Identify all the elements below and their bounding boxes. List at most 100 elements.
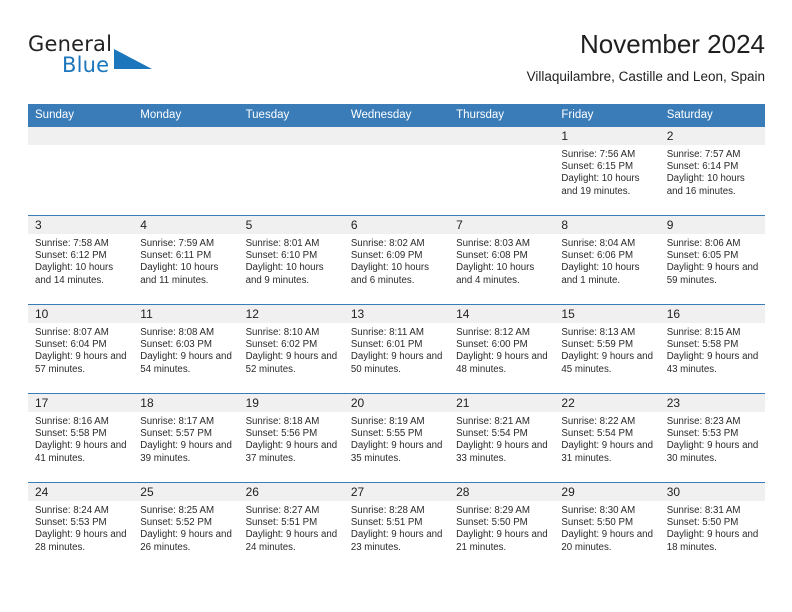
day-details: Sunrise: 7:57 AM Sunset: 6:14 PM Dayligh… — [660, 145, 765, 198]
day-cell[interactable] — [343, 127, 450, 216]
day-cell[interactable]: 2 Sunrise: 7:57 AM Sunset: 6:14 PM Dayli… — [659, 127, 765, 216]
day-number — [28, 127, 134, 145]
day-cell[interactable] — [238, 127, 344, 216]
daylight-text: Daylight: 9 hours and 20 minutes. — [561, 529, 653, 553]
day-cell[interactable]: 9 Sunrise: 8:06 AM Sunset: 6:05 PM Dayli… — [659, 215, 765, 305]
day-cell[interactable]: 29 Sunrise: 8:30 AM Sunset: 5:50 PM Dayl… — [554, 482, 660, 571]
day-cell[interactable] — [449, 127, 555, 216]
day-cell[interactable]: 22 Sunrise: 8:22 AM Sunset: 5:54 PM Dayl… — [554, 393, 660, 483]
day-cell[interactable]: 10 Sunrise: 8:07 AM Sunset: 6:04 PM Dayl… — [28, 304, 134, 394]
day-details: Sunrise: 8:06 AM Sunset: 6:05 PM Dayligh… — [660, 234, 765, 287]
daylight-text: Daylight: 10 hours and 9 minutes. — [245, 262, 324, 286]
day-details: Sunrise: 8:21 AM Sunset: 5:54 PM Dayligh… — [449, 412, 554, 465]
daylight-text: Daylight: 10 hours and 4 minutes. — [456, 262, 535, 286]
day-cell[interactable]: 13 Sunrise: 8:11 AM Sunset: 6:01 PM Dayl… — [343, 304, 450, 394]
brand-name-blue: Blue — [62, 53, 110, 77]
day-details: Sunrise: 8:13 AM Sunset: 5:59 PM Dayligh… — [554, 323, 659, 376]
sunrise-text: Sunrise: 8:27 AM — [245, 505, 320, 516]
daylight-text: Daylight: 9 hours and 54 minutes. — [140, 351, 232, 375]
week-row: 3 Sunrise: 7:58 AM Sunset: 6:12 PM Dayli… — [28, 215, 765, 305]
day-number: 6 — [343, 216, 450, 234]
day-details: Sunrise: 8:01 AM Sunset: 6:10 PM Dayligh… — [239, 234, 344, 287]
brand-logo[interactable]: General Blue — [28, 32, 198, 88]
sunset-text: Sunset: 5:51 PM — [350, 517, 423, 529]
day-number: 25 — [133, 483, 239, 501]
day-number: 18 — [133, 394, 239, 412]
day-details: Sunrise: 8:30 AM Sunset: 5:50 PM Dayligh… — [554, 501, 659, 554]
day-cell[interactable]: 11 Sunrise: 8:08 AM Sunset: 6:03 PM Dayl… — [133, 304, 239, 394]
sunrise-text: Sunrise: 7:57 AM — [666, 149, 741, 160]
day-cell[interactable]: 26 Sunrise: 8:27 AM Sunset: 5:51 PM Dayl… — [238, 482, 344, 571]
calendar-page: General Blue November 2024 Villaquilambr… — [0, 0, 792, 612]
day-cell[interactable]: 12 Sunrise: 8:10 AM Sunset: 6:02 PM Dayl… — [238, 304, 344, 394]
sunset-text: Sunset: 6:09 PM — [350, 250, 423, 262]
day-cell[interactable]: 18 Sunrise: 8:17 AM Sunset: 5:57 PM Dayl… — [133, 393, 239, 483]
weekday-header-sunday: Sunday — [28, 104, 134, 127]
day-number: 17 — [28, 394, 134, 412]
day-number: 10 — [28, 305, 134, 323]
day-details: Sunrise: 8:02 AM Sunset: 6:09 PM Dayligh… — [344, 234, 449, 287]
day-number: 4 — [133, 216, 239, 234]
day-cell[interactable]: 23 Sunrise: 8:23 AM Sunset: 5:53 PM Dayl… — [659, 393, 765, 483]
sunset-text: Sunset: 6:04 PM — [35, 339, 107, 351]
day-number — [449, 127, 555, 145]
sunrise-text: Sunrise: 8:03 AM — [456, 238, 530, 249]
day-cell[interactable]: 19 Sunrise: 8:18 AM Sunset: 5:56 PM Dayl… — [238, 393, 344, 483]
sunrise-text: Sunrise: 7:58 AM — [35, 238, 109, 249]
day-number — [133, 127, 239, 145]
sunset-text: Sunset: 5:51 PM — [245, 517, 318, 529]
day-cell[interactable]: 4 Sunrise: 7:59 AM Sunset: 6:11 PM Dayli… — [133, 215, 239, 305]
sunset-text: Sunset: 5:55 PM — [350, 428, 423, 440]
day-cell[interactable]: 16 Sunrise: 8:15 AM Sunset: 5:58 PM Dayl… — [659, 304, 765, 394]
day-details: Sunrise: 8:15 AM Sunset: 5:58 PM Dayligh… — [660, 323, 765, 376]
day-cell[interactable]: 1 Sunrise: 7:56 AM Sunset: 6:15 PM Dayli… — [554, 127, 660, 216]
calendar-header-row: Sunday Monday Tuesday Wednesday Thursday… — [28, 104, 765, 127]
sunset-text: Sunset: 6:00 PM — [456, 339, 528, 351]
sunset-text: Sunset: 6:11 PM — [140, 250, 212, 262]
day-number: 29 — [554, 483, 660, 501]
title-block: November 2024 Villaquilambre, Castille a… — [527, 28, 765, 85]
day-cell[interactable]: 25 Sunrise: 8:25 AM Sunset: 5:52 PM Dayl… — [133, 482, 239, 571]
day-cell[interactable]: 27 Sunrise: 8:28 AM Sunset: 5:51 PM Dayl… — [343, 482, 450, 571]
weekday-header-tuesday: Tuesday — [238, 104, 344, 127]
day-cell[interactable]: 5 Sunrise: 8:01 AM Sunset: 6:10 PM Dayli… — [238, 215, 344, 305]
day-cell[interactable]: 21 Sunrise: 8:21 AM Sunset: 5:54 PM Dayl… — [449, 393, 555, 483]
day-cell[interactable]: 20 Sunrise: 8:19 AM Sunset: 5:55 PM Dayl… — [343, 393, 450, 483]
day-details: Sunrise: 8:18 AM Sunset: 5:56 PM Dayligh… — [239, 412, 344, 465]
day-number: 2 — [659, 127, 765, 145]
sunset-text: Sunset: 5:52 PM — [140, 517, 212, 529]
sunset-text: Sunset: 6:08 PM — [456, 250, 528, 262]
day-cell[interactable]: 14 Sunrise: 8:12 AM Sunset: 6:00 PM Dayl… — [449, 304, 555, 394]
day-cell[interactable]: 6 Sunrise: 8:02 AM Sunset: 6:09 PM Dayli… — [343, 215, 450, 305]
day-cell[interactable] — [28, 127, 134, 216]
day-number: 27 — [343, 483, 450, 501]
daylight-text: Daylight: 9 hours and 35 minutes. — [350, 440, 443, 464]
daylight-text: Daylight: 9 hours and 52 minutes. — [245, 351, 338, 375]
sunset-text: Sunset: 6:03 PM — [140, 339, 212, 351]
day-cell[interactable]: 28 Sunrise: 8:29 AM Sunset: 5:50 PM Dayl… — [449, 482, 555, 571]
daylight-text: Daylight: 9 hours and 48 minutes. — [456, 351, 548, 375]
day-details: Sunrise: 8:19 AM Sunset: 5:55 PM Dayligh… — [344, 412, 449, 465]
day-number: 8 — [554, 216, 660, 234]
day-cell[interactable]: 8 Sunrise: 8:04 AM Sunset: 6:06 PM Dayli… — [554, 215, 660, 305]
sunrise-text: Sunrise: 8:12 AM — [456, 327, 530, 338]
day-details: Sunrise: 8:27 AM Sunset: 5:51 PM Dayligh… — [239, 501, 344, 554]
daylight-text: Daylight: 9 hours and 37 minutes. — [245, 440, 338, 464]
sunrise-text: Sunrise: 8:18 AM — [245, 416, 320, 427]
sunset-text: Sunset: 6:15 PM — [561, 161, 634, 173]
day-cell[interactable]: 7 Sunrise: 8:03 AM Sunset: 6:08 PM Dayli… — [449, 215, 555, 305]
daylight-text: Daylight: 10 hours and 16 minutes. — [666, 173, 745, 197]
day-cell[interactable]: 15 Sunrise: 8:13 AM Sunset: 5:59 PM Dayl… — [554, 304, 660, 394]
day-cell[interactable]: 17 Sunrise: 8:16 AM Sunset: 5:58 PM Dayl… — [28, 393, 134, 483]
day-number: 16 — [659, 305, 765, 323]
day-cell[interactable]: 24 Sunrise: 8:24 AM Sunset: 5:53 PM Dayl… — [28, 482, 134, 571]
day-details: Sunrise: 8:07 AM Sunset: 6:04 PM Dayligh… — [28, 323, 133, 376]
day-cell[interactable] — [133, 127, 239, 216]
day-number: 3 — [28, 216, 134, 234]
day-cell[interactable]: 3 Sunrise: 7:58 AM Sunset: 6:12 PM Dayli… — [28, 215, 134, 305]
day-details: Sunrise: 8:28 AM Sunset: 5:51 PM Dayligh… — [344, 501, 449, 554]
day-details: Sunrise: 8:03 AM Sunset: 6:08 PM Dayligh… — [449, 234, 554, 287]
day-details: Sunrise: 8:29 AM Sunset: 5:50 PM Dayligh… — [449, 501, 554, 554]
day-cell[interactable]: 30 Sunrise: 8:31 AM Sunset: 5:50 PM Dayl… — [659, 482, 765, 571]
weekday-header-thursday: Thursday — [449, 104, 555, 127]
